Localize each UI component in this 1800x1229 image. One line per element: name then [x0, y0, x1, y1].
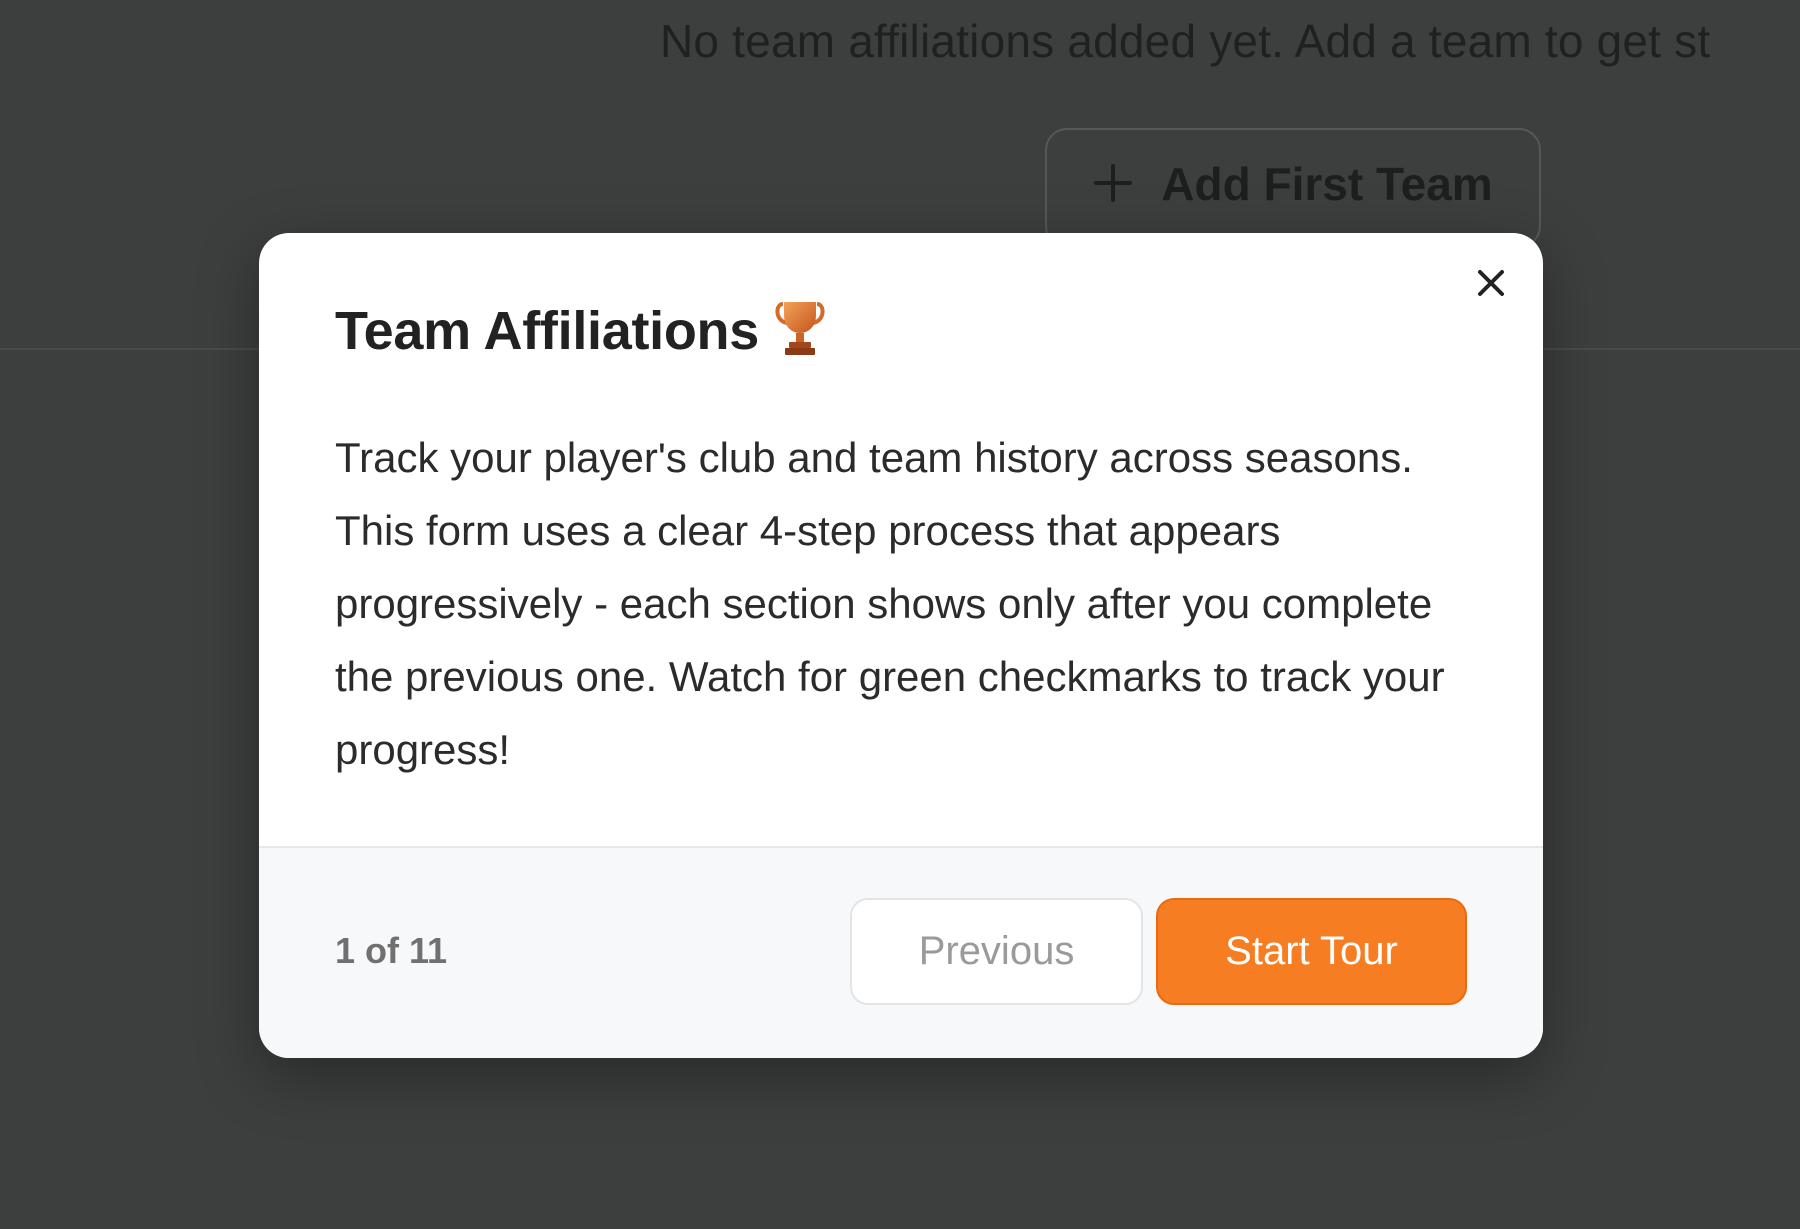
- previous-button[interactable]: Previous: [850, 898, 1143, 1005]
- trophy-icon: [773, 299, 827, 362]
- modal-body-text: Track your player's club and team histor…: [335, 434, 1445, 773]
- modal-title: Team Affiliations: [335, 299, 827, 362]
- plus-icon: [1093, 156, 1133, 212]
- add-first-team-label: Add First Team: [1161, 158, 1493, 210]
- start-tour-button[interactable]: Start Tour: [1156, 898, 1467, 1005]
- add-first-team-button[interactable]: Add First Team: [1045, 128, 1541, 248]
- close-icon: [1476, 268, 1506, 303]
- modal-footer: 1 of 11 Previous Start Tour: [259, 846, 1543, 1058]
- tour-modal: Team Affiliations Track your player's cl…: [259, 233, 1543, 1058]
- step-counter: 1 of 11: [335, 930, 448, 971]
- close-button[interactable]: [1469, 263, 1513, 307]
- empty-state-text: No team affiliations added yet. Add a te…: [660, 15, 1711, 67]
- modal-title-text: Team Affiliations: [335, 300, 759, 361]
